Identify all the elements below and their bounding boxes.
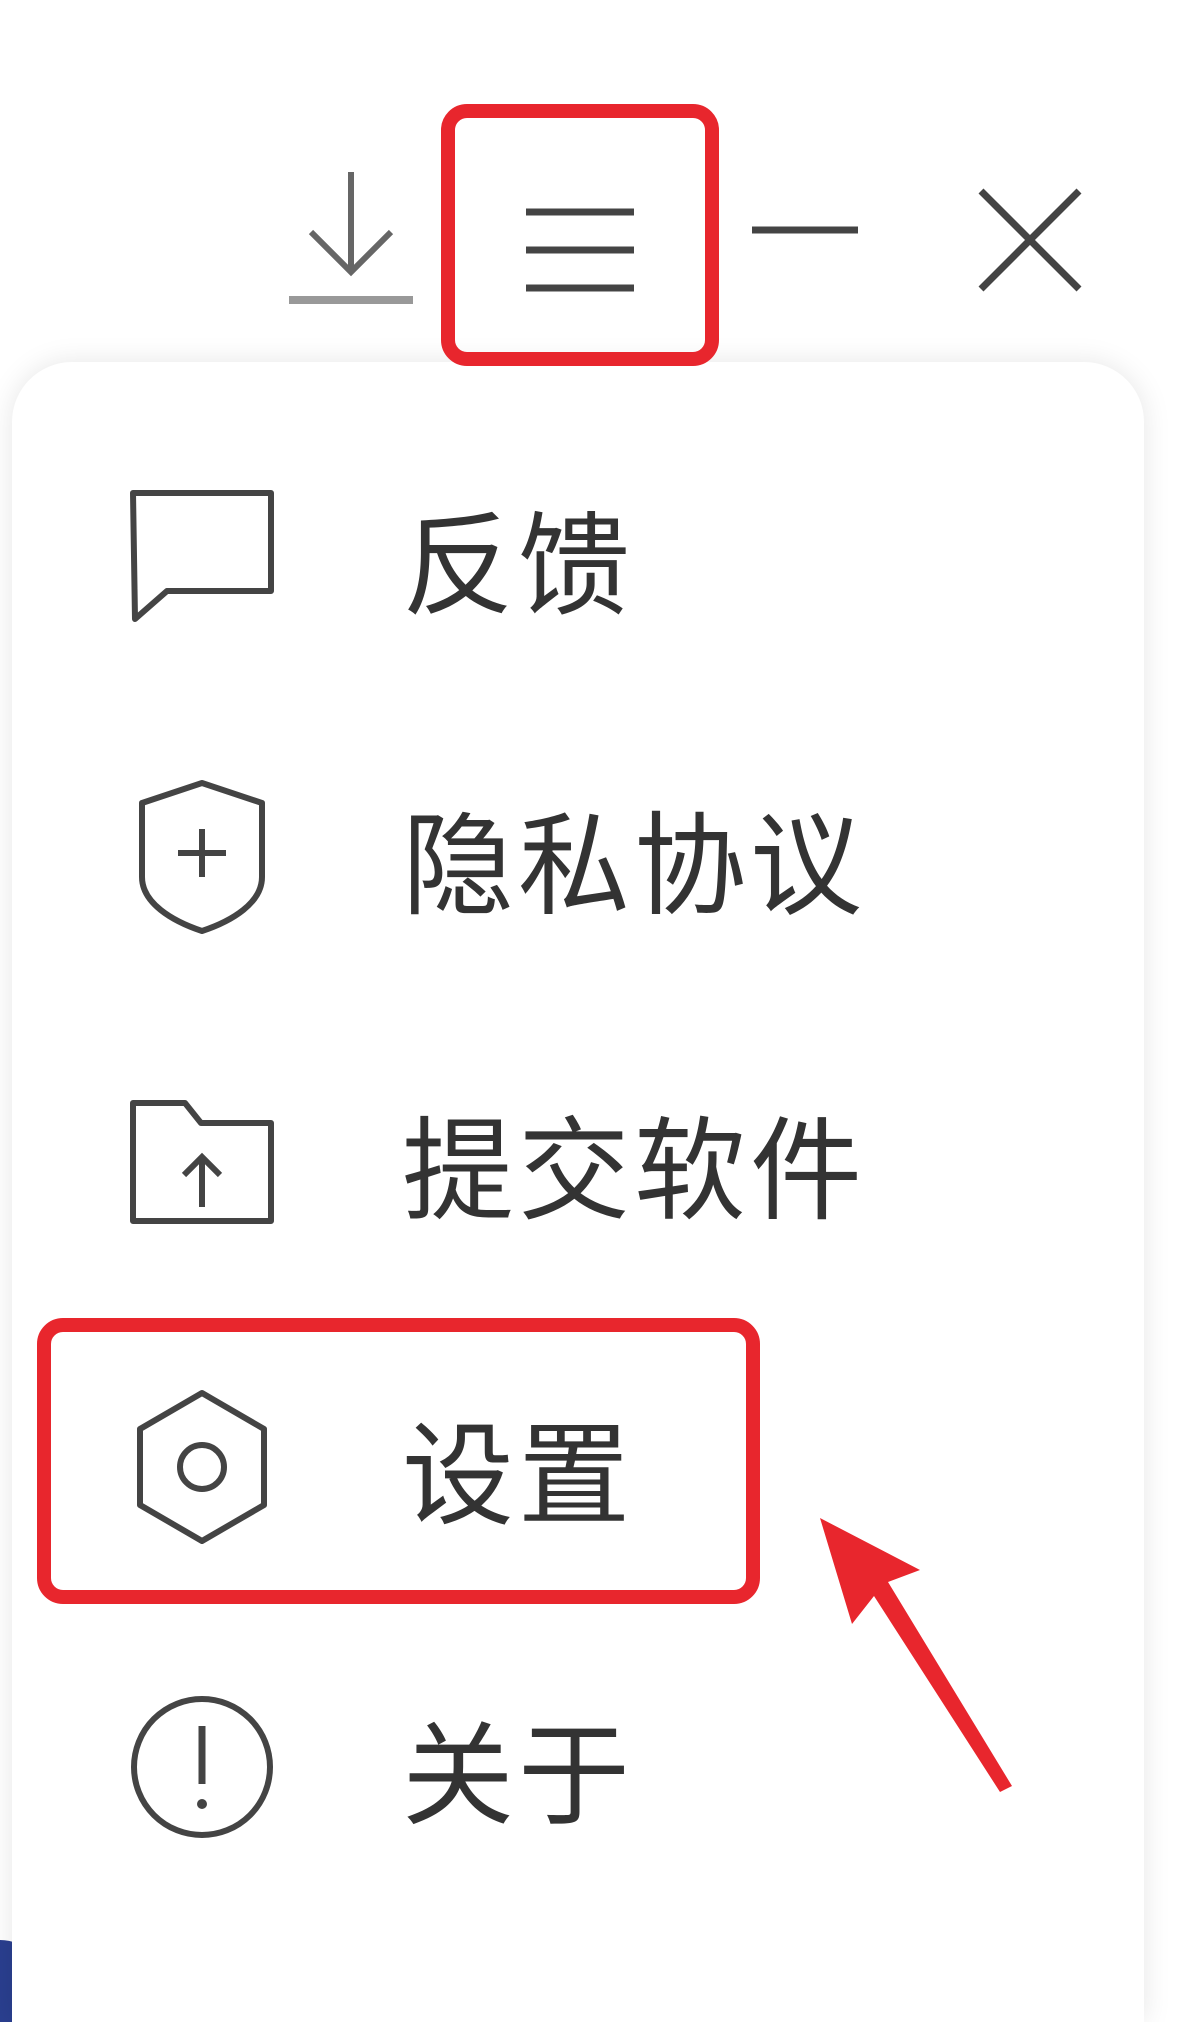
highlight-box-settings [37,1318,760,1604]
close-button[interactable] [960,170,1100,310]
menu-item-label: 关于 [402,1712,634,1842]
menu-item-submit-software[interactable]: 提交软件 [12,1037,1144,1287]
menu-item-label: 提交软件 [402,1107,866,1237]
menu-item-feedback[interactable]: 反馈 [12,432,1144,682]
menu-item-label: 反馈 [402,502,634,632]
screenshot-stage: 反馈 隐私协议 提交软件 设置 关于 [0,0,1200,2022]
highlight-box-menu-button [441,104,719,366]
folder-upload-icon [112,1097,292,1227]
close-icon [978,188,1082,292]
shield-plus-icon [112,777,292,937]
minimize-icon [752,226,858,234]
minimize-button[interactable] [740,170,870,290]
annotation-arrow-icon [820,1518,1012,1792]
chat-bubble-icon [112,487,292,627]
menu-item-label: 隐私协议 [402,802,866,932]
info-circle-icon [112,1692,292,1842]
download-icon [289,172,413,304]
menu-item-privacy-agreement[interactable]: 隐私协议 [12,732,1144,982]
download-button[interactable] [276,150,426,320]
